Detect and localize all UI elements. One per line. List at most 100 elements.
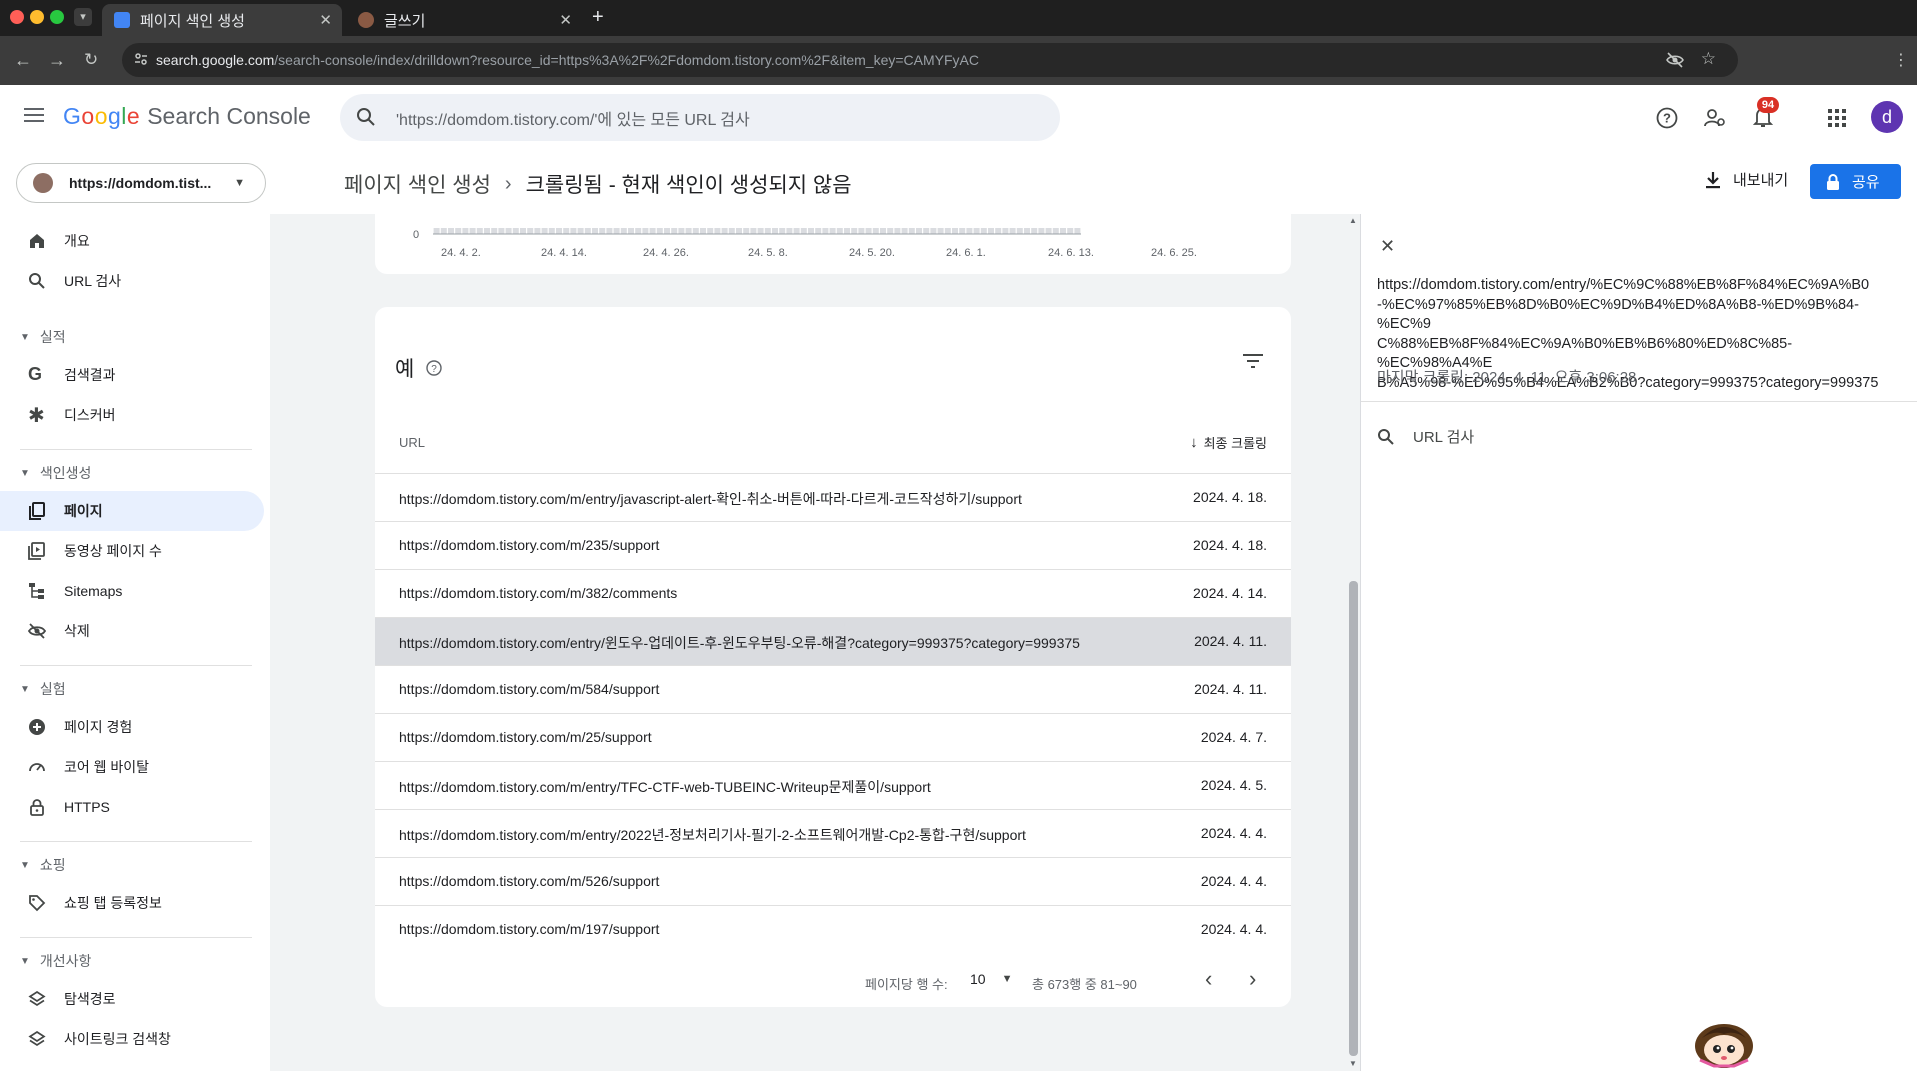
table-row[interactable]: https://domdom.tistory.com/m/382/comment… [375,569,1291,617]
sidebar-item-url-inspection[interactable]: URL 검사 [0,261,264,301]
sidebar-item-core-web-vitals[interactable]: 코어 웹 바이탈 [0,747,264,787]
export-button[interactable]: 내보내기 [1705,169,1788,190]
download-icon [1706,171,1720,188]
close-tab-icon[interactable]: ✕ [559,11,572,29]
section-performance[interactable]: ▼ 실적 [20,327,66,347]
table-row[interactable]: https://domdom.tistory.com/m/235/support… [375,521,1291,569]
eye-off-icon[interactable] [1666,51,1684,69]
sidebar-item-sitelinks-searchbox[interactable]: 사이트링크 검색창 [0,1019,264,1059]
section-title: 실험 [39,681,66,697]
chart-bar [671,228,678,234]
help-icon[interactable]: ? [1656,107,1678,129]
table-row[interactable]: https://domdom.tistory.com/m/entry/2022년… [375,809,1291,857]
section-shopping[interactable]: ▼ 쇼핑 [20,855,66,875]
column-header-last-crawl[interactable]: ↓ 최종 크롤링 [1190,433,1267,452]
sidebar-item-shopping-tab-listings[interactable]: 쇼핑 탭 등록정보 [0,883,264,923]
section-indexing[interactable]: ▼ 색인생성 [20,463,91,483]
reload-icon[interactable]: ↻ [84,50,98,70]
sidebar-item-discover[interactable]: ✱ 디스커버 [0,395,264,435]
back-arrow-icon[interactable]: ← [14,50,32,71]
table-row[interactable]: https://domdom.tistory.com/m/25/support 2… [375,713,1291,761]
url-inspect-search-bar[interactable]: 'https://domdom.tistory.com/'에 있는 모든 URL… [340,94,1060,141]
chart-bar [829,228,836,234]
svg-text:?: ? [1663,111,1671,126]
apps-grid-icon[interactable] [1828,109,1846,127]
row-last-crawl-date: 2024. 4. 11. [1194,681,1267,697]
chart-bar [1067,228,1074,234]
property-url: https://domdom.tist... [69,175,212,191]
help-circle-icon[interactable]: ? [426,360,443,376]
sidebar-item-breadcrumbs[interactable]: 탐색경로 [0,979,264,1019]
tab-page-indexing[interactable]: 페이지 색인 생성 ✕ [102,4,342,36]
table-row[interactable]: https://domdom.tistory.com/m/526/support… [375,857,1291,905]
share-button[interactable]: 공유 [1810,164,1901,199]
table-row[interactable]: https://domdom.tistory.com/m/584/support… [375,665,1291,713]
avatar[interactable]: d [1871,101,1903,133]
scroll-down-arrow-icon[interactable]: ▼ [1349,1059,1357,1068]
sidebar-item-sitemaps[interactable]: Sitemaps [0,571,264,611]
address-bar[interactable]: search.google.com/search-console/index/d… [122,43,1738,77]
lock-icon [28,798,46,816]
sidebar-item-search-results[interactable]: G 검색결과 [0,355,264,395]
chart-bar [1045,228,1052,234]
close-tab-icon[interactable]: ✕ [319,11,332,29]
sidebar-item-page-experience[interactable]: 페이지 경험 [0,707,264,747]
filter-icon[interactable] [1243,353,1263,369]
sidebar-item-overview[interactable]: 개요 [0,221,264,261]
tab-write-post[interactable]: 글쓰기 ✕ [346,4,582,36]
close-window-button[interactable] [10,10,24,24]
property-selector[interactable]: https://domdom.tist... ▼ [16,163,266,203]
home-icon [28,232,46,250]
url-inspect-button[interactable]: URL 검사 [1377,426,1474,447]
hamburger-menu-icon[interactable] [24,107,44,123]
table-row[interactable]: https://domdom.tistory.com/entry/윈도우-업데이… [375,617,1291,665]
main-content: 0 24. 4. 2. 24. 4. 14. 24. 4. 26. 24. 5. 8. 2… [270,194,1360,1071]
x-tick-label: 24. 5. 8. [748,247,788,259]
divider [20,937,252,938]
chart-bar [613,228,620,234]
column-header-url: URL [399,435,426,450]
table-row[interactable]: https://domdom.tistory.com/m/entry/javas… [375,473,1291,521]
forward-arrow-icon[interactable]: → [48,50,66,71]
sidebar-item-https[interactable]: HTTPS [0,787,264,827]
section-enhancements[interactable]: ▼ 개선사항 [20,951,91,971]
layers-icon [28,990,46,1008]
scroll-up-arrow-icon[interactable]: ▲ [1349,216,1357,225]
x-tick-label: 24. 6. 13. [1048,247,1094,259]
tab-search-chevron-icon[interactable]: ▾ [74,8,92,26]
manage-users-icon[interactable] [1704,107,1726,129]
divider [20,449,252,450]
table-row[interactable]: https://domdom.tistory.com/m/197/support… [375,905,1291,953]
bookmark-star-icon[interactable]: ☆ [1701,49,1716,69]
close-icon[interactable]: ✕ [1380,236,1395,257]
browser-menu-icon[interactable]: ⋮ [1893,50,1909,70]
rows-per-page-select[interactable]: 10 ▼ [970,971,1012,987]
chart-bar [649,228,656,234]
sitemap-icon [28,582,46,600]
section-experience[interactable]: ▼ 실험 [20,679,66,699]
next-page-chevron-icon[interactable]: › [1249,966,1256,992]
row-last-crawl-date: 2024. 4. 18. [1193,489,1267,505]
table-row[interactable]: https://domdom.tistory.com/m/entry/TFC-C… [375,761,1291,809]
chart-bar [1038,228,1045,234]
minimize-window-button[interactable] [30,10,44,24]
sidebar-item-video-pages[interactable]: 동영상 페이지 수 [0,531,264,571]
sidebar-item-removals[interactable]: 삭제 [0,611,264,651]
chart-bar [620,228,627,234]
search-icon [356,107,376,127]
scrollbar-thumb[interactable] [1349,581,1358,1056]
column-header-label: 최종 크롤링 [1203,436,1267,451]
chart-bar [707,228,714,234]
new-tab-plus-icon[interactable]: + [592,6,604,29]
scrollbar[interactable]: ▲ ▼ [1346,214,1360,1071]
site-settings-icon[interactable] [134,52,148,66]
chart-bar [577,228,584,234]
search-console-logo[interactable]: Google Search Console [63,103,311,130]
chart-bar [548,228,555,234]
google-g-icon: G [28,364,43,384]
caret-down-icon: ▼ [20,955,30,967]
maximize-window-button[interactable] [50,10,64,24]
sidebar-item-pages[interactable]: 페이지 [0,491,264,531]
previous-page-chevron-icon[interactable]: ‹ [1205,966,1212,992]
row-url: https://domdom.tistory.com/m/235/support [399,537,660,553]
